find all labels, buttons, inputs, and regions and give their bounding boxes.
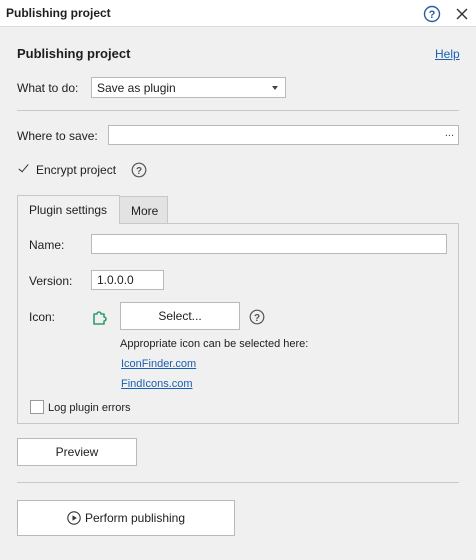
log-errors-label: Log plugin errors [48,402,131,414]
play-icon [67,511,81,525]
close-icon[interactable] [453,5,471,23]
where-to-save-field[interactable]: ... [108,125,459,145]
title-bar: Publishing project ? [0,0,476,27]
perform-publishing-label: Perform publishing [84,511,186,525]
svg-text:?: ? [136,166,142,177]
preview-button[interactable]: Preview [17,438,137,466]
page-title: Publishing project [17,46,131,61]
iconfinder-link[interactable]: IconFinder.com [121,358,196,370]
plugin-puzzle-icon [93,311,107,325]
name-label: Name: [29,238,65,252]
perform-publishing-button[interactable]: Perform publishing [17,500,235,536]
where-to-save-label: Where to save: [17,129,98,143]
icon-label: Icon: [29,310,56,324]
version-value: 1.0.0.0 [97,273,134,287]
window-title: Publishing project [6,6,111,20]
version-field[interactable]: 1.0.0.0 [91,270,164,290]
help-icon[interactable]: ? [423,5,441,23]
chevron-down-icon [272,86,278,90]
browse-button[interactable]: ... [445,127,454,139]
name-field[interactable] [91,234,447,254]
what-to-do-value: Save as plugin [97,81,176,95]
select-icon-button[interactable]: Select... [120,302,240,330]
encrypt-label: Encrypt project [36,163,117,177]
svg-text:?: ? [429,9,436,21]
what-to-do-label: What to do: [17,81,79,95]
log-errors-checkbox[interactable] [30,400,44,414]
help-link[interactable]: Help [435,47,460,61]
tab-plugin-settings[interactable]: Plugin settings [17,195,120,224]
findicons-link[interactable]: FindIcons.com [121,378,193,390]
question-icon[interactable]: ? [249,309,265,325]
question-icon[interactable]: ? [131,162,147,178]
tab-more[interactable]: More [119,196,168,224]
svg-text:?: ? [254,313,260,324]
divider [17,482,459,483]
what-to-do-select[interactable]: Save as plugin [91,77,286,98]
version-label: Version: [29,274,73,288]
icon-hint-text: Appropriate icon can be selected here: [120,338,309,350]
encrypt-checkbox[interactable] [17,162,31,176]
divider [17,110,459,111]
